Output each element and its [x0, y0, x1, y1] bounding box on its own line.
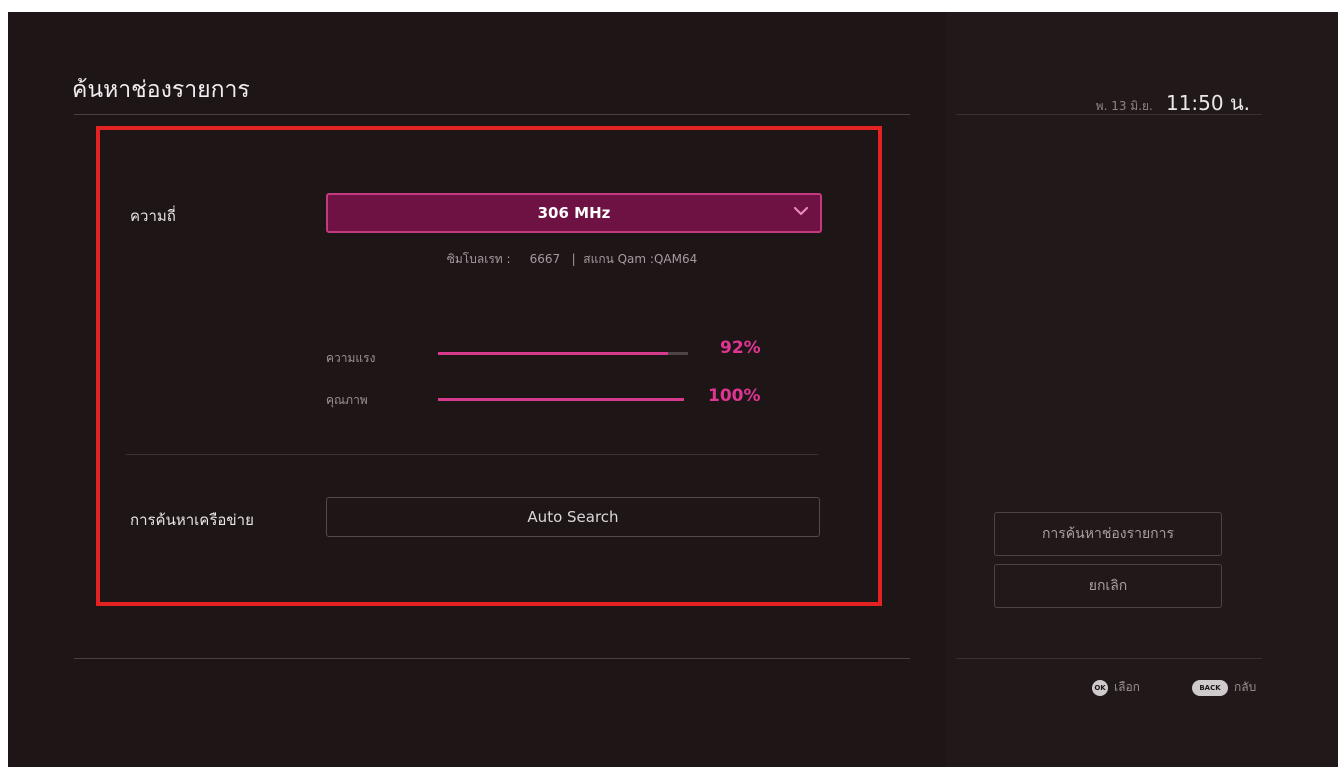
chevron-down-icon	[793, 206, 809, 216]
form-divider	[126, 454, 818, 455]
back-hint: BACK กลับ	[1192, 678, 1256, 697]
quality-meter	[438, 398, 684, 401]
auto-search-button[interactable]: Auto Search	[326, 497, 820, 537]
strength-label: ความแรง	[326, 351, 376, 365]
strength-meter	[438, 352, 688, 355]
ok-hint: OK เลือก	[1092, 678, 1140, 697]
quality-meter-fill	[438, 398, 684, 401]
strength-meter-fill	[438, 352, 668, 355]
date-label: พ. 13 มิ.ย.	[1095, 99, 1153, 113]
ok-key-icon: OK	[1092, 679, 1108, 696]
strength-value: 92%	[720, 338, 761, 358]
quality-label: คุณภาพ	[326, 393, 368, 407]
frequency-label: ความถี่	[130, 207, 176, 225]
date-time: พ. 13 มิ.ย. 11:50 น.	[1040, 87, 1250, 119]
side-panel-divider-bottom	[956, 658, 1262, 659]
page-title: ค้นหาช่องรายการ	[72, 77, 250, 103]
back-key-icon: BACK	[1192, 679, 1228, 696]
channel-search-button[interactable]: การค้นหาช่องรายการ	[994, 512, 1222, 556]
quality-value: 100%	[708, 386, 761, 406]
network-search-label: การค้นหาเครือข่าย	[130, 511, 254, 529]
signal-info-line: ซิมโบลเรท : 6667 | สแกน Qam :QAM64	[446, 252, 698, 266]
time-label: 11:50 น.	[1165, 91, 1250, 115]
cancel-button[interactable]: ยกเลิก	[994, 564, 1222, 608]
title-divider	[74, 114, 910, 115]
right-panel	[946, 12, 1338, 767]
back-hint-label: กลับ	[1234, 680, 1257, 694]
ok-hint-label: เลือก	[1114, 680, 1140, 694]
frequency-dropdown[interactable]: 306 MHz	[326, 193, 822, 233]
bottom-divider	[74, 658, 910, 659]
frequency-value: 306 MHz	[537, 204, 611, 222]
